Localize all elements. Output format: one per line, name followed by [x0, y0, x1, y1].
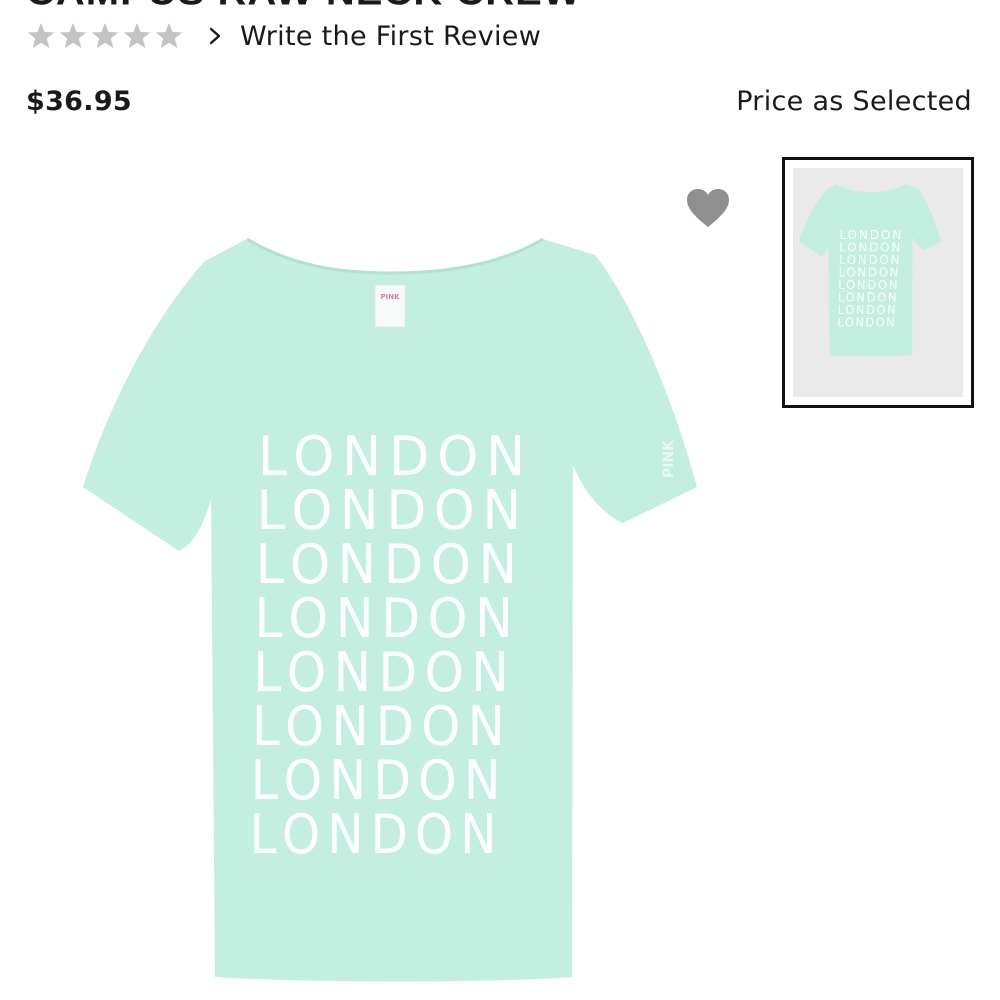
- heart-icon[interactable]: [686, 188, 730, 230]
- rating-row: Write the First Review: [26, 16, 541, 56]
- shirt-sleeve-print: PINK: [661, 439, 677, 478]
- print-line: LONDON: [250, 803, 504, 866]
- price-note: Price as Selected: [736, 86, 972, 117]
- chevron-right-icon: [209, 27, 221, 45]
- thumbnail-print: LONDONLONDONLONDONLONDONLONDONLONDONLOND…: [837, 227, 901, 330]
- product-price: $36.95: [26, 86, 132, 117]
- thumbnail-image: LONDONLONDONLONDONLONDONLONDONLONDONLOND…: [798, 184, 942, 357]
- star-icon[interactable]: [122, 21, 152, 51]
- rating-stars[interactable]: [26, 21, 184, 51]
- write-review-label: Write the First Review: [240, 20, 542, 52]
- product-thumbnail[interactable]: LONDON LONDON LONDON LONDON LONDON LONDON LOND…: [782, 157, 974, 408]
- print-line: LONDON: [837, 314, 896, 329]
- shirt-tag: [374, 284, 406, 328]
- star-icon[interactable]: [154, 21, 184, 51]
- product-page: CAMPUS RAW NECK CREW Write the First Rev…: [0, 0, 1000, 1000]
- shirt-tag-label: PINK: [380, 293, 400, 301]
- write-review-link[interactable]: Write the First Review: [208, 21, 541, 52]
- star-icon[interactable]: [26, 21, 56, 51]
- product-title: CAMPUS RAW NECK CREW: [26, 0, 582, 11]
- product-main-image: PINK PINK LONDONLONDONLONDONLONDONLONDON…: [83, 237, 697, 982]
- shirt-print: LONDONLONDONLONDONLONDONLONDONLONDONLOND…: [250, 425, 525, 866]
- star-icon[interactable]: [58, 21, 88, 51]
- star-icon[interactable]: [90, 21, 120, 51]
